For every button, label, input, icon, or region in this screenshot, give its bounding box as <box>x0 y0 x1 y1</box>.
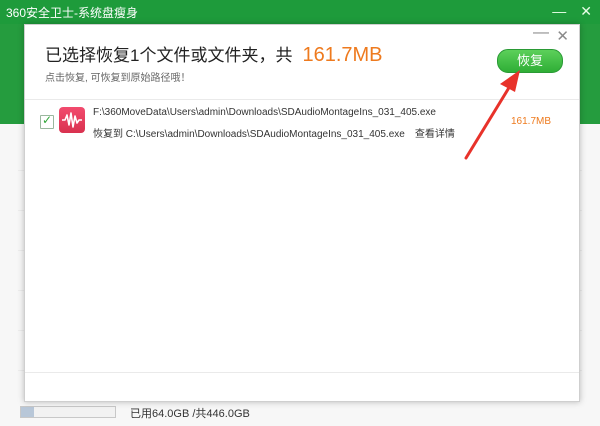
dialog-heading: 已选择恢复1个文件或文件夹，共 161.7MB <box>45 41 383 67</box>
dialog-footer-divider <box>25 372 579 373</box>
disk-usage-fill <box>21 407 35 417</box>
disk-usage-text: 已用64.0GB /共446.0GB <box>130 408 250 420</box>
disk-usage-bar <box>20 406 116 418</box>
restore-button[interactable]: 恢复 <box>497 49 563 73</box>
dialog-divider <box>25 99 579 100</box>
dialog-total-size: 161.7MB <box>302 44 383 66</box>
app-titlebar: 360安全卫士-系统盘瘦身 — ✕ <box>0 0 600 24</box>
file-source-path: F:\360MoveData\Users\admin\Downloads\SDA… <box>93 107 436 118</box>
restore-dialog: — ✕ 已选择恢复1个文件或文件夹，共 161.7MB 点击恢复, 可恢复到原始路… <box>24 24 580 402</box>
audio-waveform-icon <box>59 107 85 133</box>
file-restore-destination: 恢复到 C:\Users\admin\Downloads\SDAudioMont… <box>93 129 405 140</box>
view-details-link[interactable]: 查看详情 <box>415 129 455 140</box>
app-close-button[interactable]: ✕ <box>580 2 592 20</box>
file-row: ✓ F:\360MoveData\Users\admin\Downloads\S… <box>25 103 579 147</box>
dialog-minimize-button[interactable]: — <box>533 24 549 42</box>
app-minimize-button[interactable]: — <box>552 2 566 20</box>
dialog-subtitle: 点击恢复, 可恢复到原始路径哦！ <box>45 73 191 84</box>
app-title: 360安全卫士-系统盘瘦身 <box>6 6 139 20</box>
dialog-close-button[interactable]: ✕ <box>556 27 569 45</box>
app-window-controls: — ✕ <box>552 2 592 20</box>
dialog-heading-text: 已选择恢复1个文件或文件夹，共 <box>45 46 293 65</box>
file-size: 161.7MB <box>511 116 552 127</box>
file-checkbox[interactable]: ✓ <box>40 113 54 129</box>
checkmark-icon: ✓ <box>42 113 53 127</box>
file-restore-line: 恢复到 C:\Users\admin\Downloads\SDAudioMont… <box>93 125 455 140</box>
